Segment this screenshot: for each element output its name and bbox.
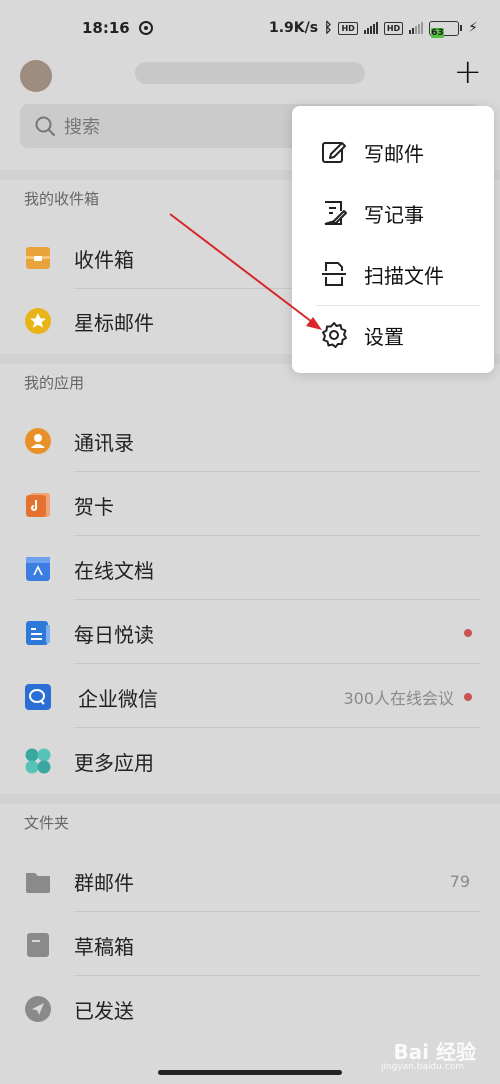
list-item-daily-reading[interactable]: 每日悦读 <box>0 602 500 664</box>
list-item-more-apps[interactable]: 更多应用 <box>0 730 500 792</box>
sent-icon <box>24 995 52 1023</box>
list-item-label: 通讯录 <box>74 430 134 455</box>
list-item-label: 贺卡 <box>74 494 114 519</box>
avatar[interactable] <box>20 60 52 92</box>
gear-icon <box>322 322 347 348</box>
menu-item-label: 写记事 <box>364 202 424 227</box>
list-item-label: 企业微信 <box>78 686 158 711</box>
drafts-icon <box>24 931 52 959</box>
section-title-apps: 我的应用 <box>24 374 85 392</box>
list-item-count: 79 <box>449 871 470 891</box>
signal-icon <box>363 22 378 34</box>
menu-item-label: 扫描文件 <box>364 263 444 288</box>
section-separator <box>0 794 500 804</box>
list-item-drafts[interactable]: 草稿箱 <box>0 914 500 976</box>
signal-icon-2 <box>409 22 424 34</box>
wework-icon <box>24 683 52 711</box>
search-placeholder: 搜索 <box>64 117 100 138</box>
list-item-label: 草稿箱 <box>74 934 134 959</box>
list-item-meta: 300人在线会议 <box>343 689 454 708</box>
bluetooth-icon: ᛒ <box>324 20 333 36</box>
account-name-blurred[interactable] <box>135 62 365 84</box>
reading-icon <box>24 619 52 647</box>
edit-icon <box>322 142 346 163</box>
hd-badge: HD <box>338 21 358 35</box>
network-speed: 1.9K/s <box>268 20 319 36</box>
list-item-wework[interactable]: 企业微信 300人在线会议 <box>0 666 500 728</box>
add-button[interactable]: + <box>454 54 483 90</box>
search-icon <box>35 116 55 136</box>
section-title-folders: 文件夹 <box>24 814 70 832</box>
note-icon <box>324 201 347 225</box>
menu-item-write-mail[interactable]: 写邮件 <box>292 122 494 182</box>
add-popup-menu: 写邮件 写记事 扫描文件 设置 <box>292 106 494 373</box>
folder-icon <box>24 867 52 895</box>
battery-level: 63 <box>431 27 444 38</box>
list-item-label: 星标邮件 <box>74 310 154 335</box>
sync-icon <box>138 21 153 35</box>
charging-icon: ⚡ <box>468 20 478 36</box>
list-item-label: 群邮件 <box>74 870 134 895</box>
section-title-inbox: 我的收件箱 <box>24 190 100 208</box>
menu-item-label: 写邮件 <box>364 141 424 166</box>
card-icon <box>24 491 52 519</box>
contacts-icon <box>24 427 52 455</box>
hd-badge-2: HD <box>383 21 404 35</box>
list-item-greeting-card[interactable]: 贺卡 <box>0 474 500 536</box>
star-icon <box>24 307 52 335</box>
unread-dot <box>464 629 472 637</box>
more-apps-icon <box>24 747 52 775</box>
menu-item-write-note[interactable]: 写记事 <box>292 183 494 243</box>
doc-icon <box>24 555 52 583</box>
list-item-label: 在线文档 <box>74 558 154 583</box>
battery-icon: 63 <box>429 20 463 38</box>
menu-item-settings[interactable]: 设置 <box>292 305 494 365</box>
list-item-contacts[interactable]: 通讯录 <box>0 410 500 472</box>
menu-item-scan-file[interactable]: 扫描文件 <box>292 244 494 304</box>
list-item-group-mail[interactable]: 群邮件 79 <box>0 850 500 912</box>
list-item-sent[interactable]: 已发送 <box>0 978 500 1040</box>
status-time: 18:16 <box>82 19 130 37</box>
list-item-online-docs[interactable]: 在线文档 <box>0 538 500 600</box>
scan-icon <box>322 262 346 286</box>
watermark-logo: Bai 经验 <box>393 1040 476 1064</box>
menu-item-label: 设置 <box>364 324 404 349</box>
inbox-icon <box>24 244 52 272</box>
watermark-url: jingyan.baidu.com <box>380 1062 464 1072</box>
unread-dot <box>464 693 472 701</box>
list-item-label: 更多应用 <box>74 750 154 775</box>
home-indicator[interactable] <box>158 1070 342 1075</box>
list-item-label: 收件箱 <box>74 247 134 272</box>
list-item-label: 已发送 <box>74 998 134 1023</box>
status-bar: 18:16 1.9K/s ᛒ HD HD 63 ⚡ <box>0 0 500 56</box>
list-item-label: 每日悦读 <box>74 622 154 647</box>
app-header: + <box>0 52 500 96</box>
